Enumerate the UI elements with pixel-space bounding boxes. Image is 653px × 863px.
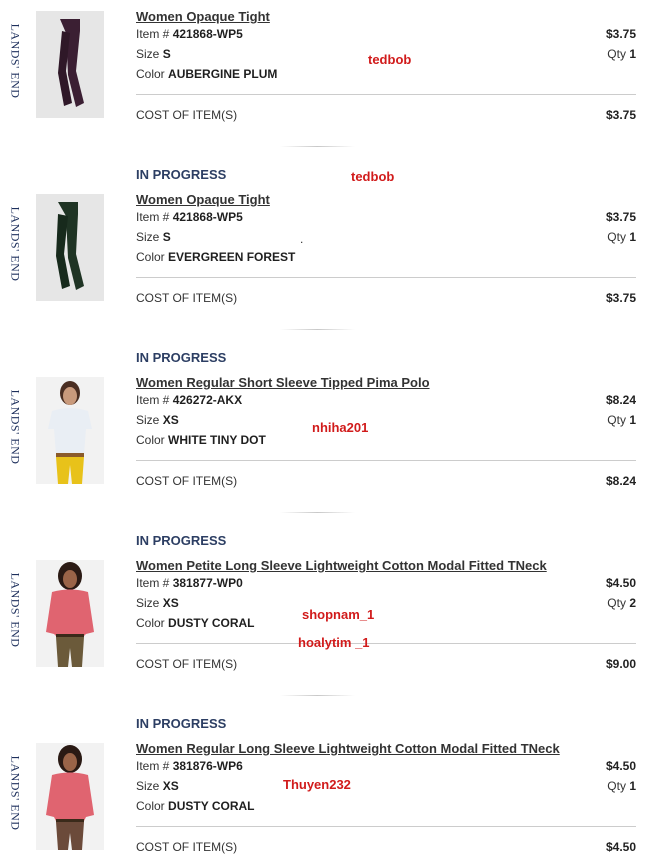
annotation-text: nhiha201 <box>312 420 369 435</box>
unit-price: $4.50 <box>605 759 636 773</box>
annotation-text: tedbob <box>368 52 412 67</box>
brand-logo: LANDS' END <box>8 23 23 99</box>
product-image[interactable] <box>36 194 104 301</box>
brand-logo: LANDS' END <box>8 572 23 648</box>
annotation-text: shopnam_1 <box>302 607 375 622</box>
product-title-link[interactable]: Women Opaque Tight <box>136 9 270 24</box>
product-title-link[interactable]: Women Regular Short Sleeve Tipped Pima P… <box>136 375 430 390</box>
status-label: IN PROGRESS <box>136 533 227 548</box>
stray-mark: . <box>300 232 304 246</box>
item-size: Size XS <box>136 596 179 610</box>
item-color: Color DUSTY CORAL <box>136 799 255 813</box>
cost-label: COST OF ITEM(S) <box>136 657 238 671</box>
cost-value: $9.00 <box>605 657 636 671</box>
product-image[interactable] <box>36 560 104 667</box>
unit-price: $8.24 <box>605 393 636 407</box>
item-color: Color EVERGREEN FOREST <box>136 250 296 264</box>
product-image[interactable] <box>36 377 104 484</box>
cost-value: $8.24 <box>605 474 636 488</box>
status-label: IN PROGRESS <box>136 350 227 365</box>
brand-logo: LANDS' END <box>8 206 23 282</box>
divider <box>136 460 636 461</box>
cost-label: COST OF ITEM(S) <box>136 291 238 305</box>
item-separator <box>280 146 355 147</box>
product-title-link[interactable]: Women Regular Long Sleeve Lightweight Co… <box>136 741 560 756</box>
unit-price: $4.50 <box>605 576 636 590</box>
item-size: Size XS <box>136 413 179 427</box>
cost-label: COST OF ITEM(S) <box>136 474 238 488</box>
item-separator <box>280 695 355 696</box>
item-number: Item # 426272-AKX <box>136 393 243 407</box>
item-size: Size XS <box>136 779 179 793</box>
quantity: Qty 1 <box>607 47 636 61</box>
item-color: Color AUBERGINE PLUM <box>136 67 278 81</box>
cost-label: COST OF ITEM(S) <box>136 840 238 854</box>
item-color: Color WHITE TINY DOT <box>136 433 266 447</box>
product-title-link[interactable]: Women Petite Long Sleeve Lightweight Cot… <box>136 558 547 573</box>
item-number: Item # 421868-WP5 <box>136 210 243 224</box>
divider <box>136 277 636 278</box>
cost-value: $3.75 <box>605 108 636 122</box>
divider <box>136 94 636 95</box>
cost-value: $3.75 <box>605 291 636 305</box>
status-label: IN PROGRESS <box>136 167 227 182</box>
brand-logo: LANDS' END <box>8 389 23 465</box>
unit-price: $3.75 <box>605 210 636 224</box>
item-number: Item # 381877-WP0 <box>136 576 243 590</box>
product-image[interactable] <box>36 743 104 850</box>
item-size: Size S <box>136 47 171 61</box>
quantity: Qty 1 <box>607 413 636 427</box>
item-number: Item # 381876-WP6 <box>136 759 243 773</box>
status-label: IN PROGRESS <box>136 716 227 731</box>
item-size: Size S <box>136 230 171 244</box>
annotation-text: tedbob <box>351 169 395 184</box>
cost-value: $4.50 <box>605 840 636 854</box>
item-color: Color DUSTY CORAL <box>136 616 255 630</box>
item-number: Item # 421868-WP5 <box>136 27 243 41</box>
divider <box>136 826 636 827</box>
brand-logo: LANDS' END <box>8 755 23 831</box>
product-image[interactable] <box>36 11 104 118</box>
cost-label: COST OF ITEM(S) <box>136 108 238 122</box>
item-separator <box>280 329 355 330</box>
product-title-link[interactable]: Women Opaque Tight <box>136 192 270 207</box>
annotation-text: hoalytim _1 <box>298 635 370 650</box>
item-separator <box>280 512 355 513</box>
quantity: Qty 1 <box>607 230 636 244</box>
divider <box>136 643 636 644</box>
unit-price: $3.75 <box>605 27 636 41</box>
quantity: Qty 2 <box>607 596 636 610</box>
annotation-text: Thuyen232 <box>283 777 351 792</box>
quantity: Qty 1 <box>607 779 636 793</box>
